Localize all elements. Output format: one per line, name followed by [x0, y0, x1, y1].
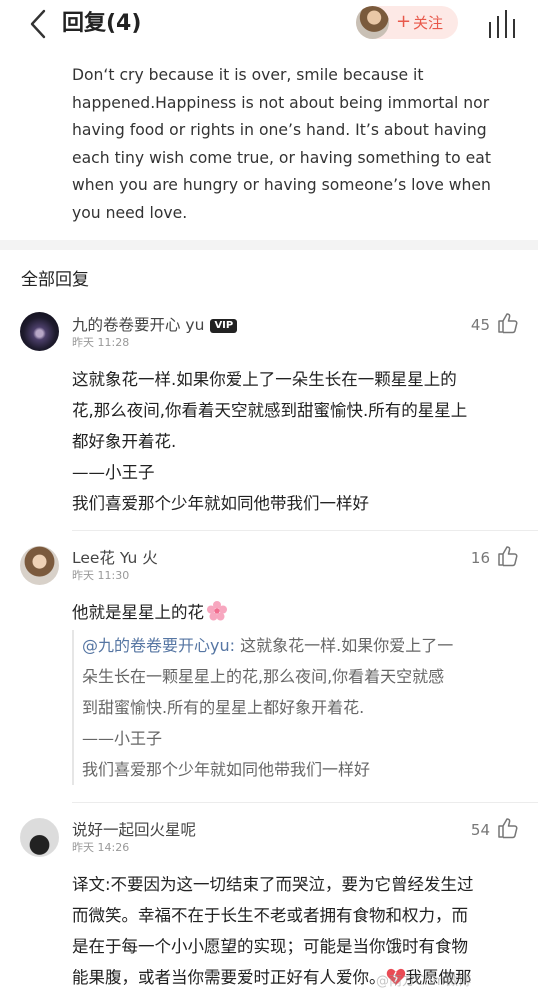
comment-text: 他就是星星上的花	[72, 597, 522, 628]
comment-line: ——小王子	[72, 463, 155, 482]
top-bar: 回复(4) + 关注	[0, 0, 538, 50]
thumbs-up-icon[interactable]	[497, 312, 519, 334]
comment-text: 这就象花一样.如果你爱上了一朵生长在一颗星星上的 花,那么夜间,你看着天空就感到…	[72, 364, 522, 519]
quote-line: happened.Happiness is not about being im…	[72, 93, 490, 112]
all-replies-heading: 全部回复	[21, 270, 89, 290]
username[interactable]: 九的卷卷要开心 yu VIP	[72, 314, 238, 336]
timestamp: 昨天 11:28	[72, 336, 130, 349]
timestamp: 昨天 14:26	[72, 841, 130, 854]
comment-line-text: 他就是星星上的花	[72, 603, 204, 622]
comment-line: 而微笑。幸福不在于长生不老或者拥有食物和权力，而	[72, 906, 468, 925]
quoted-line: 我们喜爱那个少年就如同他带我们一样好	[82, 760, 371, 779]
comment-divider	[72, 802, 538, 803]
plus-icon: +	[396, 11, 412, 32]
quoted-line: ——小王子	[82, 729, 163, 748]
bar-chart-icon[interactable]	[487, 8, 519, 40]
vip-badge: VIP	[210, 318, 238, 333]
quote-line: each tiny wish come true, or having some…	[72, 148, 491, 167]
quoted-reply: @九的卷卷要开心yu: 这就象花一样.如果你爱上了一 朵生长在一颗星星上的花,那…	[72, 630, 522, 785]
cherry-blossom-icon	[207, 601, 227, 621]
like-count: 54	[470, 821, 490, 839]
thumbs-up-icon[interactable]	[497, 545, 519, 567]
original-post-text: Don‘t cry because it is over, smile beca…	[72, 62, 512, 227]
username[interactable]: 说好一起回火星呢	[72, 819, 196, 841]
mention-link[interactable]: @九的卷卷要开心yu:	[82, 636, 235, 655]
quote-line: having food or rights in one’s hand. It’…	[72, 121, 487, 139]
comment-line: 是在于每一个小小愿望的实现；可能是当你饿时有食物	[72, 937, 468, 956]
quoted-line: 到甜蜜愉快.所有的星星上都好象开着花.	[82, 698, 365, 717]
avatar[interactable]	[20, 312, 59, 351]
back-button[interactable]	[26, 8, 52, 40]
quoted-text: 这就象花一样.如果你爱上了一	[235, 636, 454, 655]
comment-line: 我们喜爱那个少年就如同他带我们一样好	[72, 494, 369, 513]
username[interactable]: Lee花 Yu 火	[72, 547, 158, 569]
chevron-left-icon	[30, 9, 46, 39]
follow-button[interactable]: + 关注	[356, 6, 458, 39]
comment-line: 他就是星星上的花	[72, 597, 522, 628]
quoted-line: 朵生长在一颗星星上的花,那么夜间,你看着天空就感	[82, 667, 445, 686]
avatar[interactable]	[20, 546, 59, 585]
quoted-line: @九的卷卷要开心yu: 这就象花一样.如果你爱上了一	[82, 630, 522, 661]
section-divider	[0, 240, 538, 250]
page-title: 回复(4)	[62, 11, 142, 36]
avatar[interactable]	[20, 818, 59, 857]
like-count: 45	[470, 316, 490, 334]
comment-line-text: 能果腹，或者当你需要爱时正好有人爱你。	[72, 968, 386, 987]
timestamp: 昨天 11:30	[72, 569, 130, 582]
comment-line: 花,那么夜间,你看着天空就感到甜蜜愉快.所有的星星上	[72, 401, 468, 420]
quote-line: when you are hungry or having someone’s …	[72, 176, 491, 194]
follow-label: 关注	[413, 14, 444, 32]
like-count: 16	[470, 549, 490, 567]
comment-line: 都好象开着花.	[72, 432, 177, 451]
username-text: 九的卷卷要开心 yu	[72, 316, 205, 334]
comment-divider	[72, 530, 538, 531]
watermark: @南方Chm微博	[376, 974, 471, 989]
comment-line: 译文:不要因为这一切结束了而哭泣，要为它曾经发生过	[72, 875, 474, 894]
quote-line: Don‘t cry because it is over, smile beca…	[72, 66, 424, 84]
quote-line: you need love.	[72, 203, 188, 222]
comment-line: 这就象花一样.如果你爱上了一朵生长在一颗星星上的	[72, 370, 457, 389]
author-avatar[interactable]	[356, 6, 389, 39]
thumbs-up-icon[interactable]	[497, 817, 519, 839]
